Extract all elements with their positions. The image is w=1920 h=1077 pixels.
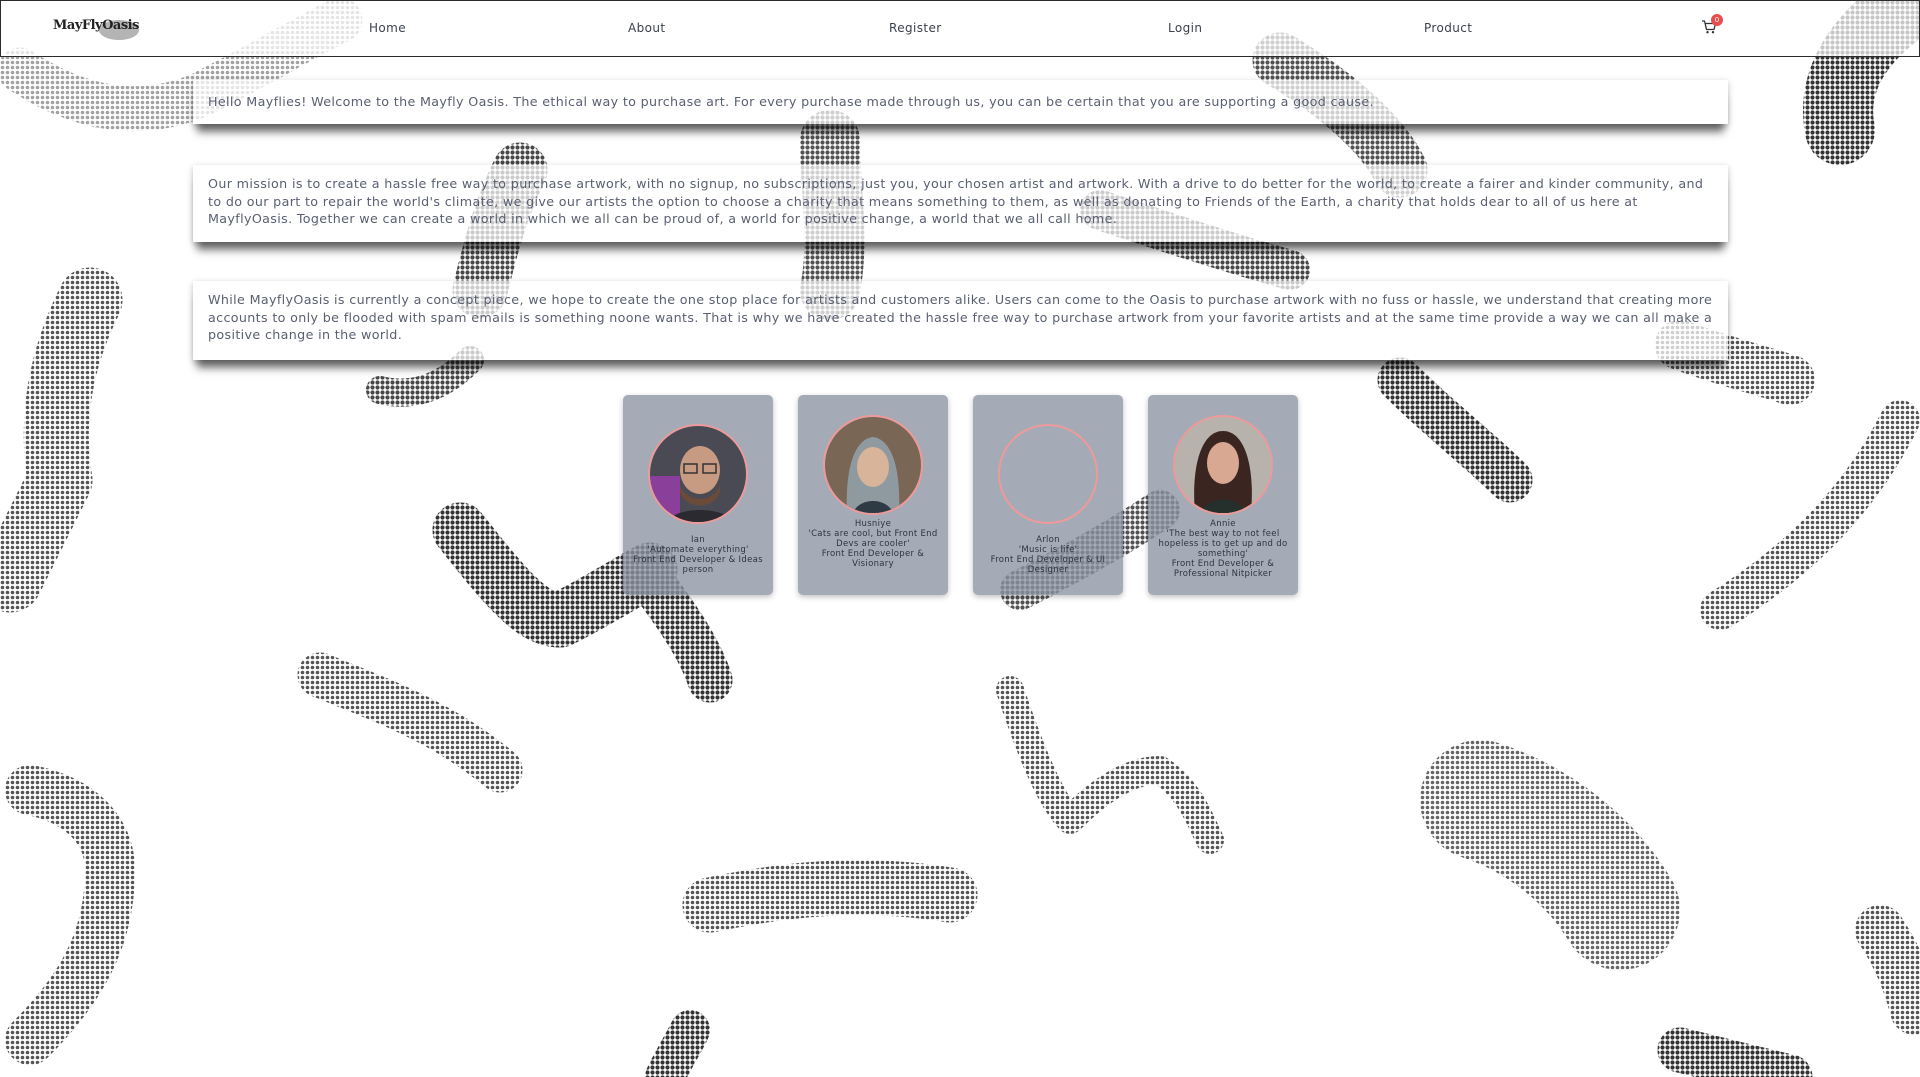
nav-link-about[interactable]: About	[628, 21, 665, 35]
team-member-quote: 'Cats are cool, but Front End Devs are c…	[808, 529, 938, 549]
team-member-role: Front End Developer & UI Designer	[990, 555, 1106, 575]
team-card-annie: Annie 'The best way to not feel hopeless…	[1148, 395, 1298, 595]
team-card-ian: Ian 'Automate everything' Front End Deve…	[623, 395, 773, 595]
team-card-text-arlon: Arlon 'Music is life' Front End Develope…	[981, 535, 1115, 575]
concept-text: While MayflyOasis is currently a concept…	[208, 292, 1713, 343]
team-member-name: Annie	[1210, 519, 1236, 529]
nav-link-login[interactable]: Login	[1168, 21, 1202, 35]
team-member-name: Ian	[690, 535, 705, 545]
team-card-text-husniye: Husniye 'Cats are cool, but Front End De…	[806, 519, 940, 569]
avatar-arlon-empty	[998, 424, 1098, 524]
logo-text: MayFlyOasis	[53, 18, 139, 33]
team-card-husniye: Husniye 'Cats are cool, but Front End De…	[798, 395, 948, 595]
nav-link-register[interactable]: Register	[889, 21, 942, 35]
site-logo[interactable]: MayFlyOasis	[53, 18, 143, 44]
top-navbar: MayFlyOasis Home About Register Login Pr…	[0, 0, 1920, 57]
welcome-box: Hello Mayflies! Welcome to the Mayfly Oa…	[193, 80, 1728, 124]
background-brush-strokes	[0, 0, 1920, 1077]
concept-box: While MayflyOasis is currently a concept…	[193, 281, 1728, 360]
cart-count-badge: 0	[1711, 14, 1723, 26]
nav-link-product[interactable]: Product	[1424, 21, 1472, 35]
team-member-quote: 'Music is life'	[1018, 545, 1078, 555]
team-card-text-ian: Ian 'Automate everything' Front End Deve…	[631, 535, 765, 575]
mission-text: Our mission is to create a hassle free w…	[208, 176, 1704, 227]
team-card-text-annie: Annie 'The best way to not feel hopeless…	[1156, 519, 1290, 579]
team-member-role: Front End Developer & Professional Nitpi…	[1171, 559, 1275, 579]
nav-link-home[interactable]: Home	[369, 21, 406, 35]
mission-box: Our mission is to create a hassle free w…	[193, 165, 1728, 242]
welcome-text: Hello Mayflies! Welcome to the Mayfly Oa…	[208, 94, 1374, 109]
team-member-role: Front End Developer & Visionary	[821, 549, 925, 569]
avatar-annie	[1173, 415, 1273, 515]
team-member-name: Arlon	[1036, 535, 1060, 545]
team-card-arlon: Arlon 'Music is life' Front End Develope…	[973, 395, 1123, 595]
team-member-role: Front End Developer & Ideas person	[633, 555, 763, 575]
avatar-husniye	[823, 415, 923, 515]
team-member-quote: 'Automate everything'	[647, 545, 749, 555]
team-member-name: Husniye	[854, 519, 892, 529]
team-member-quote: 'The best way to not feel hopeless is to…	[1158, 529, 1288, 559]
avatar-ian	[648, 424, 748, 524]
